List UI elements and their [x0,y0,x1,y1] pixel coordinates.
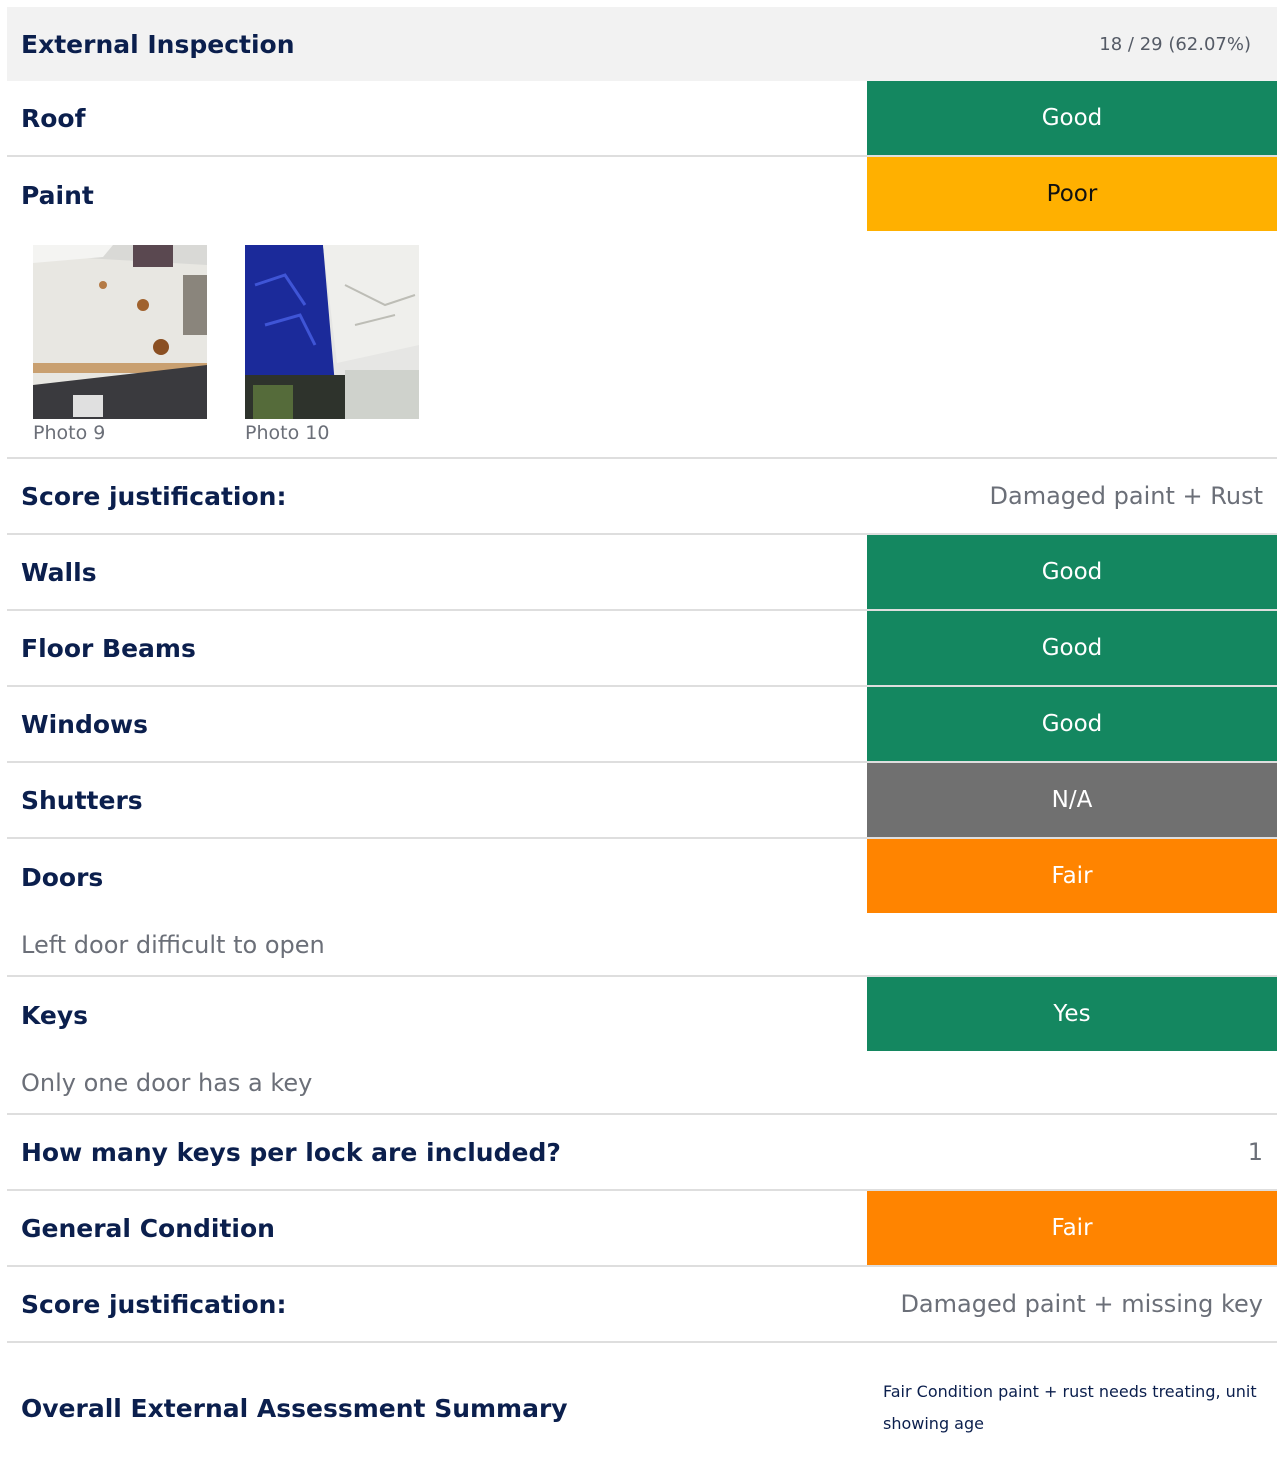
shutters-label: Shutters [21,785,143,815]
roof-row: Roof Good [7,81,1277,157]
section-title: External Inspection [21,29,295,59]
floor-beams-row: Floor Beams Good [7,611,1277,687]
keys-label: Keys [21,1000,89,1030]
score-justification-label: Score justification: [21,481,287,511]
section-header: External Inspection 18 / 29 (62.07%) [7,7,1277,81]
doors-rating-badge: Fair [867,839,1277,913]
keys-row: Keys Yes [7,977,1277,1053]
roof-label: Roof [21,103,86,133]
general-condition-label: General Condition [21,1213,275,1243]
doors-note-block: Left door difficult to open [7,915,1277,977]
windows-label: Windows [21,709,148,739]
walls-label: Walls [21,557,97,587]
score-justification-row: Score justification: Damaged paint + mis… [7,1267,1277,1343]
floor-beams-label: Floor Beams [21,633,196,663]
keys-rating-badge: Yes [867,977,1277,1051]
photo-10-image [245,245,419,419]
shutters-row: Shutters N/A [7,763,1277,839]
keys-per-lock-label: How many keys per lock are included? [21,1137,561,1167]
photo-caption: Photo 10 [245,422,330,444]
photo-9-image [33,245,207,419]
assessment-summary-value: Fair Condition paint + rust needs treati… [883,1382,1257,1433]
paint-row: Paint Poor [7,157,1277,233]
roof-rating-badge: Good [867,81,1277,155]
general-condition-row: General Condition Fair [7,1191,1277,1267]
keys-note-block: Only one door has a key [7,1053,1277,1115]
floor-beams-rating-badge: Good [867,611,1277,685]
keys-per-lock-value: 1 [1247,1138,1263,1166]
photo-thumbnail[interactable]: Photo 10 [245,245,419,457]
paint-label: Paint [21,180,94,210]
keys-per-lock-row: How many keys per lock are included? 1 [7,1115,1277,1191]
score-justification-value: Damaged paint + missing key [900,1290,1263,1318]
windows-rating-badge: Good [867,687,1277,761]
doors-note: Left door difficult to open [21,931,325,959]
general-condition-rating-badge: Fair [867,1191,1277,1265]
shutters-rating-badge: N/A [867,763,1277,837]
photo-caption: Photo 9 [33,422,106,444]
keys-note: Only one door has a key [21,1069,313,1097]
windows-row: Windows Good [7,687,1277,763]
assessment-summary-label: Overall External Assessment Summary [21,1393,568,1423]
walls-row: Walls Good [7,535,1277,611]
section-score: 18 / 29 (62.07%) [1099,33,1251,55]
score-justification-label: Score justification: [21,1289,287,1319]
external-inspection-report: External Inspection 18 / 29 (62.07%) Roo… [7,7,1277,1473]
score-justification-row: Score justification: Damaged paint + Rus… [7,459,1277,535]
paint-photos: Photo 9 Photo 10 [7,233,1277,459]
paint-rating-badge: Poor [867,157,1277,231]
walls-rating-badge: Good [867,535,1277,609]
doors-row: Doors Fair [7,839,1277,915]
score-justification-value: Damaged paint + Rust [989,482,1263,510]
doors-label: Doors [21,862,104,892]
photo-thumbnail[interactable]: Photo 9 [33,245,207,457]
assessment-summary-row: Overall External Assessment Summary Fair… [7,1343,1277,1473]
